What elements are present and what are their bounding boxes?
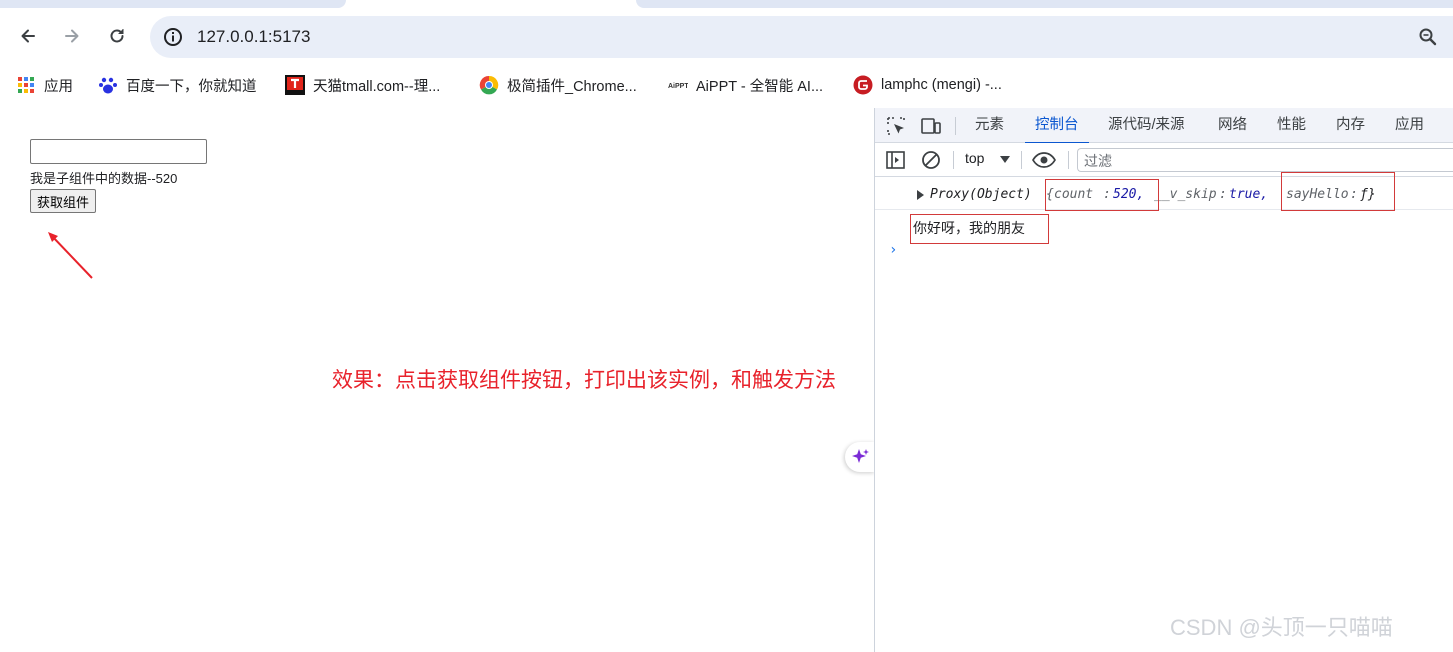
ai-assistant-button[interactable] bbox=[845, 442, 875, 472]
browser-toolbar: 127.0.0.1:5173 bbox=[0, 8, 1453, 66]
separator bbox=[1021, 151, 1022, 169]
tab-sources[interactable]: 源代码/来源 bbox=[1108, 108, 1185, 143]
filter-placeholder: 过滤 bbox=[1084, 153, 1112, 169]
bookmarks-bar: 应用 百度一下，你就知道 天猫tmall.com--理... 极简插件_Chro… bbox=[0, 66, 1453, 104]
bookmark-chrome-plugins[interactable]: 极简插件_Chrome... bbox=[479, 74, 637, 96]
bookmark-label: 百度一下，你就知道 bbox=[126, 78, 257, 95]
get-component-button[interactable]: 获取组件 bbox=[30, 189, 97, 213]
filter-input[interactable]: 过滤 bbox=[1077, 148, 1453, 172]
gitee-icon bbox=[853, 75, 873, 95]
sparkle-icon bbox=[852, 449, 869, 463]
forward-arrow-icon bbox=[65, 29, 79, 43]
tab-strip bbox=[0, 0, 1453, 8]
separator bbox=[1068, 151, 1069, 169]
bookmark-label: 天猫tmall.com--理... bbox=[313, 78, 441, 95]
tmall-icon bbox=[285, 75, 305, 95]
forward-button[interactable] bbox=[56, 20, 88, 52]
effect-annotation: 效果：点击获取组件按钮，打印出该实例，和触发方法 bbox=[332, 369, 836, 392]
separator bbox=[955, 117, 956, 135]
bookmark-aippt[interactable]: AiPPT AiPPT - 全智能 AI... bbox=[668, 74, 823, 96]
live-expression-eye-icon[interactable] bbox=[1031, 149, 1057, 171]
site-info-icon[interactable] bbox=[162, 26, 184, 48]
device-toolbar-icon[interactable] bbox=[920, 115, 942, 137]
bookmark-label: 应用 bbox=[44, 78, 73, 95]
reload-icon bbox=[110, 29, 124, 43]
chevron-down-icon[interactable] bbox=[1000, 156, 1010, 163]
devtools-panel: 元素 控制台 源代码/来源 网络 性能 内存 应用 top 过滤 Proxy(O… bbox=[874, 108, 1453, 652]
apps-grid-icon bbox=[16, 75, 36, 95]
baidu-paw-icon bbox=[98, 75, 118, 95]
context-selector[interactable]: top bbox=[965, 150, 984, 166]
reload-button[interactable] bbox=[101, 20, 133, 52]
tab-application[interactable]: 应用 bbox=[1395, 108, 1424, 143]
inspect-element-icon[interactable] bbox=[885, 115, 907, 137]
bookmark-baidu[interactable]: 百度一下，你就知道 bbox=[98, 74, 257, 96]
devtools-tab-bar: 元素 控制台 源代码/来源 网络 性能 内存 应用 bbox=[875, 108, 1453, 144]
highlight-box-sayhello bbox=[1281, 172, 1395, 211]
sidebar-toggle-icon[interactable] bbox=[885, 149, 907, 171]
log-prefix: Proxy(Object) bbox=[930, 187, 1032, 202]
log-skip-value: true, bbox=[1229, 187, 1269, 202]
bookmark-label: 极简插件_Chrome... bbox=[507, 78, 637, 95]
bookmark-gitee[interactable]: lamphc (mengi) -... bbox=[853, 74, 1002, 96]
console-log-entry[interactable]: Proxy(Object) { count : 520, __v_skip : … bbox=[875, 172, 1453, 211]
bookmark-label: lamphc (mengi) -... bbox=[881, 77, 1002, 93]
log-skip-key: __v_skip bbox=[1154, 187, 1217, 202]
aippt-icon: AiPPT bbox=[668, 75, 688, 95]
separator bbox=[953, 151, 954, 169]
bookmark-tmall[interactable]: 天猫tmall.com--理... bbox=[285, 74, 440, 96]
back-arrow-icon bbox=[21, 29, 35, 43]
tab-network[interactable]: 网络 bbox=[1218, 108, 1247, 143]
tab-console[interactable]: 控制台 bbox=[1025, 108, 1088, 144]
browser-tab[interactable] bbox=[0, 0, 346, 8]
console-prompt-chevron-icon[interactable]: › bbox=[889, 242, 897, 258]
expand-triangle-icon[interactable] bbox=[917, 190, 924, 200]
browser-tab-bar-fill bbox=[636, 0, 1453, 8]
svg-text:AiPPT: AiPPT bbox=[668, 83, 688, 90]
child-component-text: 我是子组件中的数据--520 bbox=[30, 171, 178, 186]
chrome-icon bbox=[479, 75, 499, 95]
highlight-box-count bbox=[1045, 179, 1159, 211]
clear-console-icon[interactable] bbox=[920, 149, 942, 171]
annotation-arrow-icon bbox=[48, 232, 93, 279]
address-bar[interactable]: 127.0.0.1:5173 bbox=[150, 16, 1453, 58]
bookmark-apps[interactable]: 应用 bbox=[16, 74, 73, 96]
back-button[interactable] bbox=[12, 20, 44, 52]
zoom-icon[interactable] bbox=[1417, 26, 1439, 48]
text-input[interactable] bbox=[30, 139, 207, 164]
page-viewport: 我是子组件中的数据--520 获取组件 效果：点击获取组件按钮，打印出该实例，和… bbox=[0, 108, 875, 652]
tab-memory[interactable]: 内存 bbox=[1336, 108, 1365, 143]
log-colon: : bbox=[1219, 187, 1227, 202]
watermark: CSDN @头顶一只喵喵 bbox=[1170, 615, 1393, 640]
tab-elements[interactable]: 元素 bbox=[975, 108, 1004, 143]
bookmark-label: AiPPT - 全智能 AI... bbox=[696, 78, 824, 95]
url-text[interactable]: 127.0.0.1:5173 bbox=[197, 27, 310, 47]
tab-performance[interactable]: 性能 bbox=[1277, 108, 1306, 143]
console-message: 你好呀，我的朋友 bbox=[910, 214, 1049, 244]
